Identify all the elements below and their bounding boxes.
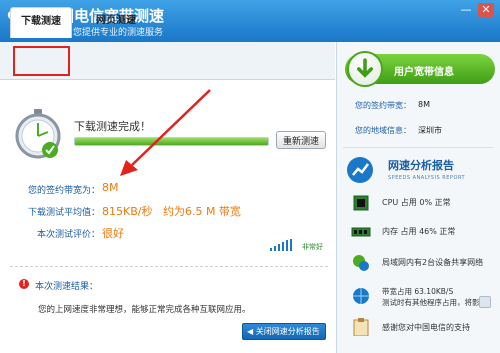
contract-label: 您的签约带宽： <box>355 101 411 110</box>
cpu-icon <box>353 195 369 211</box>
close-report-button[interactable]: ◀ 关闭网速分析报告 <box>242 323 326 340</box>
lan-share-text: 局域网内有2台设备共享网络 <box>382 258 484 267</box>
bandwidth-note-text: 测试时有其他程序占用，将影响 <box>382 298 487 307</box>
retest-button[interactable]: 重新测速 <box>276 131 326 149</box>
lan-share-icon <box>353 255 369 271</box>
location-value: 深圳市 <box>418 126 442 135</box>
broadband-info-title: 用户宽带信息 <box>394 67 454 78</box>
test-rating-value: 很好 <box>102 227 124 240</box>
section-divider <box>10 266 328 267</box>
signal-rating-text: 非常好 <box>302 243 323 251</box>
signal-strength-icon <box>270 239 292 251</box>
report-title: 网速分析报告 <box>388 159 454 172</box>
speed-report-icon <box>347 157 373 183</box>
conclusion-title: 本次测速结果： <box>35 282 99 292</box>
clipboard-icon <box>353 318 369 336</box>
conclusion-text: 您的上网速度非常理想，能够正常完成各种互联网应用。 <box>38 305 251 315</box>
bandwidth-globe-icon <box>353 288 369 304</box>
tab-web-test[interactable]: 网页测速 <box>85 7 147 38</box>
cpu-usage-text: CPU 占用 0% 正常 <box>382 198 451 207</box>
stopwatch-icon <box>15 109 61 159</box>
contract-value: 8M <box>418 100 430 109</box>
sidebar-divider <box>343 147 493 148</box>
thanks-text: 感谢您对中国电信的支持 <box>382 323 470 332</box>
location-label: 您的地域信息： <box>355 126 411 135</box>
test-progress-fill <box>75 138 268 145</box>
download-average-label: 下载测试平均值： <box>27 208 100 218</box>
report-subtitle: SPEEDS ANALYSIS REPORT <box>388 175 466 181</box>
close-button[interactable]: ✕ <box>478 3 494 17</box>
test-rating-label: 本次测试评价： <box>36 230 100 240</box>
tab-download-test[interactable]: 下载测速 <box>10 7 72 38</box>
memory-usage-text: 内存 占用 46% 正常 <box>382 227 456 236</box>
arrow-down-icon <box>347 51 383 87</box>
tab-highlight-annotation <box>13 46 70 76</box>
contract-bandwidth-value: 8M <box>102 181 119 194</box>
warning-icon: ! <box>19 279 29 289</box>
test-complete-text: 下载测速完成！ <box>74 120 151 133</box>
minimize-button[interactable]: — <box>458 3 474 17</box>
download-average-value: 815KB/秒 约为6.5 M 带宽 <box>102 205 241 218</box>
memory-icon <box>351 227 371 237</box>
scroll-arrow[interactable] <box>479 296 491 308</box>
test-progress-bar <box>74 137 269 146</box>
bandwidth-usage-text: 带宽占用 63.10KB/S <box>382 287 454 296</box>
contract-bandwidth-label: 您的签约带宽为： <box>27 186 100 196</box>
